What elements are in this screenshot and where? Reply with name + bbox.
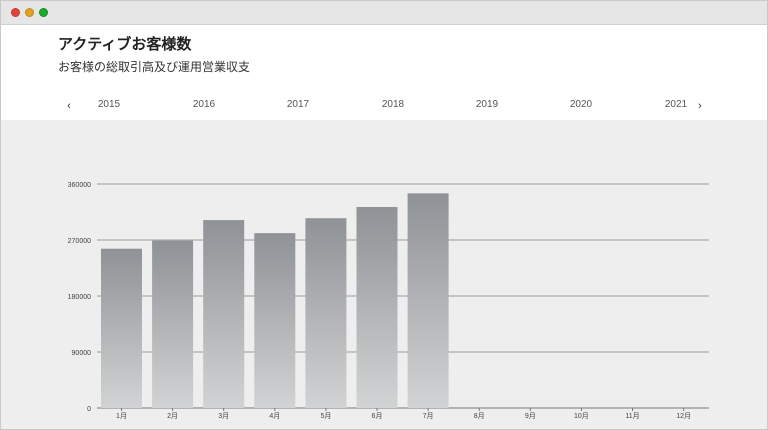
year-navigation: ‹ 2015 2016 2017 2018 2019 2020 2021 › — [1, 95, 767, 119]
x-tick-label: 1月 — [116, 412, 127, 420]
x-tick-label: 8月 — [474, 412, 485, 420]
y-tick-label: 90000 — [72, 350, 92, 357]
x-tick-label: 6月 — [372, 412, 383, 420]
bar-chart: 0 90000 180000 270000 360000 1月 2月 3月 4月 5月 6月 7月 8月… — [68, 182, 709, 420]
x-tick-label: 5月 — [320, 412, 331, 420]
page-title: アクティブお客様数 — [58, 36, 192, 53]
y-tick-label: 270000 — [68, 238, 91, 245]
x-tick-label: 9月 — [525, 412, 536, 420]
minimize-window-icon[interactable] — [25, 8, 34, 17]
year-tab[interactable]: 2020 — [570, 99, 592, 110]
year-tab[interactable]: 2018 — [382, 99, 404, 110]
y-tick-label: 180000 — [68, 294, 91, 301]
x-tick-label: 11月 — [625, 412, 639, 420]
year-tab[interactable]: 2015 — [98, 99, 120, 110]
close-window-icon[interactable] — [11, 8, 20, 17]
maximize-window-icon[interactable] — [39, 8, 48, 17]
x-tick-label: 12月 — [676, 412, 691, 420]
x-tick-label: 4月 — [269, 412, 280, 420]
x-tick-label: 3月 — [218, 412, 229, 420]
bar-5[interactable] — [305, 218, 347, 408]
y-tick-label: 0 — [87, 406, 91, 413]
chevron-left-icon[interactable]: ‹ — [62, 98, 76, 114]
bar-4[interactable] — [254, 233, 296, 408]
x-tick-label: 2月 — [167, 412, 178, 420]
year-tab[interactable]: 2019 — [476, 99, 498, 110]
page-subtitle: お客様の総取引高及び運用営業収支 — [58, 60, 251, 74]
bar-2[interactable] — [152, 240, 194, 408]
bar-3[interactable] — [203, 220, 245, 408]
bar-6[interactable] — [356, 207, 398, 408]
y-tick-label: 360000 — [68, 182, 91, 189]
bar-1[interactable] — [101, 248, 142, 408]
chevron-right-icon[interactable]: › — [693, 98, 707, 114]
x-tick-label: 10月 — [574, 412, 589, 420]
year-tab[interactable]: 2016 — [193, 99, 215, 110]
app-window: アクティブお客様数 お客様の総取引高及び運用営業収支 ‹ 2015 2016 2… — [0, 0, 768, 430]
bar-7[interactable] — [407, 193, 449, 408]
year-tab[interactable]: 2021 — [665, 99, 687, 110]
chart-area: 0 90000 180000 270000 360000 1月 2月 3月 4月 5月 6月 7月 8月… — [1, 120, 767, 429]
window-titlebar — [1, 1, 767, 25]
x-tick-label: 7月 — [423, 412, 434, 420]
year-tab[interactable]: 2017 — [287, 99, 309, 110]
